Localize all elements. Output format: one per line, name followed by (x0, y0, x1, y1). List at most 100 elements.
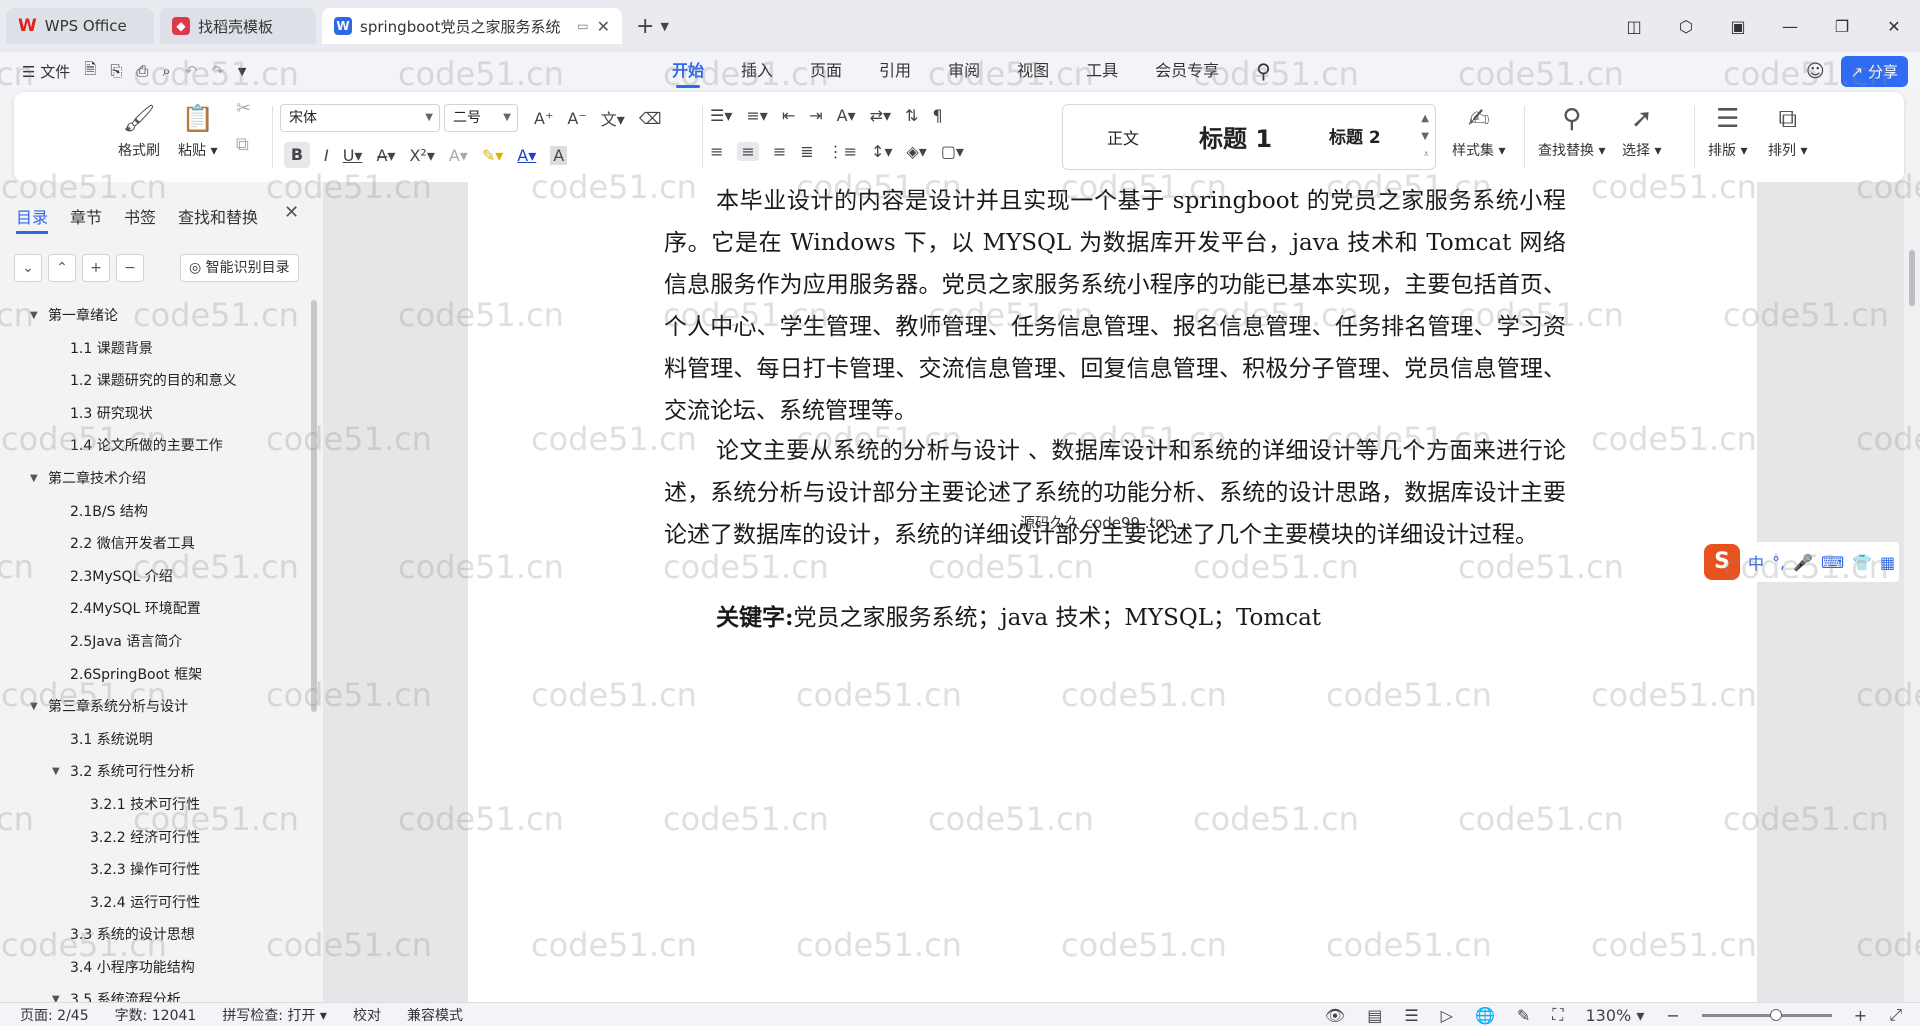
select-button[interactable]: ➚ 选择 ▾ (1622, 102, 1661, 160)
text-direction-icon[interactable]: A▾ (837, 106, 856, 125)
chat-icon[interactable]: ☺ (1806, 61, 1825, 82)
keyboard-icon[interactable]: ⌨ (1821, 553, 1844, 572)
search-icon[interactable]: ⚲ (1256, 52, 1271, 90)
spell-check-toggle[interactable]: 拼写检查: 打开 ▾ (222, 1005, 327, 1025)
chevron-down-icon[interactable]: ▼ (238, 65, 246, 78)
strikethrough-button[interactable]: A̶▾ (376, 146, 395, 165)
toc-item[interactable]: ▼ 第二章技术介绍 (0, 463, 310, 496)
scrollbar-thumb[interactable] (1909, 250, 1915, 306)
pen-icon[interactable]: ✎ (1517, 1006, 1530, 1025)
toc-item[interactable]: 3.2.3 操作可行性 (0, 854, 310, 887)
expand-icon[interactable]: ⩡ (1423, 149, 1429, 160)
char-shading-icon[interactable]: A (550, 145, 568, 165)
expand-caret-icon[interactable]: ▼ (30, 463, 38, 496)
add-heading-button[interactable]: + (82, 254, 110, 282)
undo-icon[interactable]: ↶ (185, 62, 198, 80)
share-button[interactable]: ↗ 分享 (1840, 56, 1908, 87)
word-count[interactable]: 字数: 12041 (115, 1005, 197, 1025)
tab-tools[interactable]: 工具 (1086, 52, 1118, 90)
numbered-list-icon[interactable]: ≡▾ (746, 106, 767, 125)
highlight-icon[interactable]: ✎▾ (482, 146, 503, 165)
close-window-icon[interactable]: ✕ (1868, 17, 1920, 36)
print-icon[interactable]: ⎙ (136, 62, 148, 80)
ime-lang[interactable]: 中 (1748, 550, 1764, 574)
redo-icon[interactable]: ↷ (211, 62, 224, 80)
document-page[interactable]: 本毕业设计的内容是设计并且实现一个基于 springboot 的党员之家服务系统… (468, 182, 1757, 1002)
toc-item[interactable]: 2.6SpringBoot 框架 (0, 659, 310, 692)
screen-icon[interactable]: ▭ (577, 19, 588, 33)
sidebar-scrollbar[interactable] (311, 300, 317, 712)
font-color-icon[interactable]: A▾ (517, 146, 536, 165)
proofread-button[interactable]: 校对 (353, 1005, 381, 1025)
distributed-icon[interactable]: ⋮≡ (828, 142, 857, 161)
play-icon[interactable]: ▷ (1441, 1006, 1453, 1025)
toc-item[interactable]: 3.2.4 运行可行性 (0, 887, 310, 920)
abstract-paragraph-2[interactable]: 论文主要从系统的分析与设计 、数据库设计和系统的详细设计等几个方面来进行论述，系… (664, 430, 1566, 556)
show-marks-icon[interactable]: ¶ (932, 106, 942, 125)
style-set-button[interactable]: ✍ 样式集 ▾ (1452, 102, 1505, 160)
toc-item[interactable]: 2.2 微信开发者工具 (0, 528, 310, 561)
keywords-line[interactable]: 关键字:党员之家服务系统；java 技术；MYSQL；Tomcat (716, 598, 1321, 632)
tab-view[interactable]: 视图 (1017, 52, 1049, 90)
tab-docer-templates[interactable]: ◆ 找稻壳模板 (160, 8, 316, 44)
increase-indent-icon[interactable]: ⇥ (809, 106, 822, 125)
find-replace-button[interactable]: ⚲ 查找替换 ▾ (1538, 102, 1605, 160)
punctuation-icon[interactable]: °, (1772, 553, 1785, 572)
expand-caret-icon[interactable]: ▼ (30, 300, 38, 333)
expand-caret-icon[interactable]: ▼ (52, 756, 60, 789)
bold-button[interactable]: B (284, 142, 310, 168)
toc-item[interactable]: 2.5Java 语言简介 (0, 626, 310, 659)
print-preview-icon[interactable]: ⌕ (162, 62, 170, 80)
skin-icon[interactable]: 👕 (1852, 553, 1872, 572)
toc-item[interactable]: 3.4 小程序功能结构 (0, 952, 310, 985)
toc-item[interactable]: 3.2.2 经济可行性 (0, 822, 310, 855)
remove-heading-button[interactable]: − (116, 254, 144, 282)
cut-icon[interactable]: ✂ (236, 98, 251, 119)
bullet-list-icon[interactable]: ☰▾ (710, 106, 732, 125)
increase-font-icon[interactable]: A⁺ (534, 109, 553, 128)
fullscreen-icon[interactable]: ⤢ (1889, 1005, 1902, 1025)
superscript-button[interactable]: X²▾ (409, 146, 434, 165)
toc-item[interactable]: 1.3 研究现状 (0, 398, 310, 431)
scroll-up-icon[interactable]: ▲ (1421, 113, 1429, 124)
tab-home[interactable]: 开始 (672, 52, 704, 90)
tab-current-document[interactable]: W springboot党员之家服务系统 ▭ ✕ (322, 8, 622, 44)
tab-insert[interactable]: 插入 (741, 52, 773, 90)
tab-review[interactable]: 审阅 (948, 52, 980, 90)
italic-button[interactable]: I (324, 146, 329, 165)
tab-references[interactable]: 引用 (879, 52, 911, 90)
phonetic-icon[interactable]: 文▾ (601, 106, 625, 130)
line-spacing-icon[interactable]: ↕▾ (871, 142, 892, 161)
page-indicator[interactable]: 页面: 2/45 (20, 1005, 89, 1025)
toc-item[interactable]: 2.3MySQL 介绍 (0, 561, 310, 594)
export-icon[interactable]: ⎘ (110, 62, 122, 80)
style-heading1[interactable]: 标题 1 (1199, 119, 1272, 154)
style-normal[interactable]: 正文 (1107, 125, 1139, 149)
web-view-icon[interactable]: 🌐 (1475, 1006, 1495, 1025)
align-left-icon[interactable]: ≡ (710, 142, 723, 161)
ime-toolbar[interactable]: S 中 °, 🎤 ⌨ 👕 ▦ (1700, 542, 1900, 582)
convert-icon[interactable]: ⇄▾ (870, 106, 891, 125)
outline-view-icon[interactable]: ☰ (1404, 1006, 1418, 1025)
decrease-font-icon[interactable]: A⁻ (567, 109, 586, 128)
font-name-select[interactable]: 宋体 ▼ (280, 104, 440, 132)
copy-icon[interactable]: ⧉ (236, 134, 249, 155)
border-icon[interactable]: ▢▾ (941, 142, 964, 161)
toc-item[interactable]: 1.4 论文所做的主要工作 (0, 430, 310, 463)
close-icon[interactable]: ✕ (284, 202, 299, 223)
eye-icon[interactable]: 👁 (1325, 1006, 1345, 1025)
justify-icon[interactable]: ≣ (800, 142, 813, 161)
avatar[interactable]: ▣ (1712, 17, 1764, 36)
tab-toc[interactable]: 目录 (16, 204, 49, 234)
font-size-select[interactable]: 二号 ▼ (444, 104, 518, 132)
tab-find-replace[interactable]: 查找和替换 (178, 204, 258, 228)
minimize-icon[interactable]: — (1764, 17, 1816, 36)
text-effect-icon[interactable]: A▾ (449, 146, 468, 165)
new-tab-icon[interactable]: + (636, 14, 654, 39)
sidebar-toggle-icon[interactable]: ◫ (1608, 17, 1660, 36)
zoom-in-icon[interactable]: + (1854, 1006, 1867, 1025)
zoom-level[interactable]: 130% ▾ (1586, 1006, 1645, 1025)
toc-item[interactable]: 2.1B/S 结构 (0, 496, 310, 529)
zoom-slider[interactable] (1701, 1008, 1832, 1021)
layout-button[interactable]: ☰ 排版 ▾ (1708, 102, 1747, 160)
